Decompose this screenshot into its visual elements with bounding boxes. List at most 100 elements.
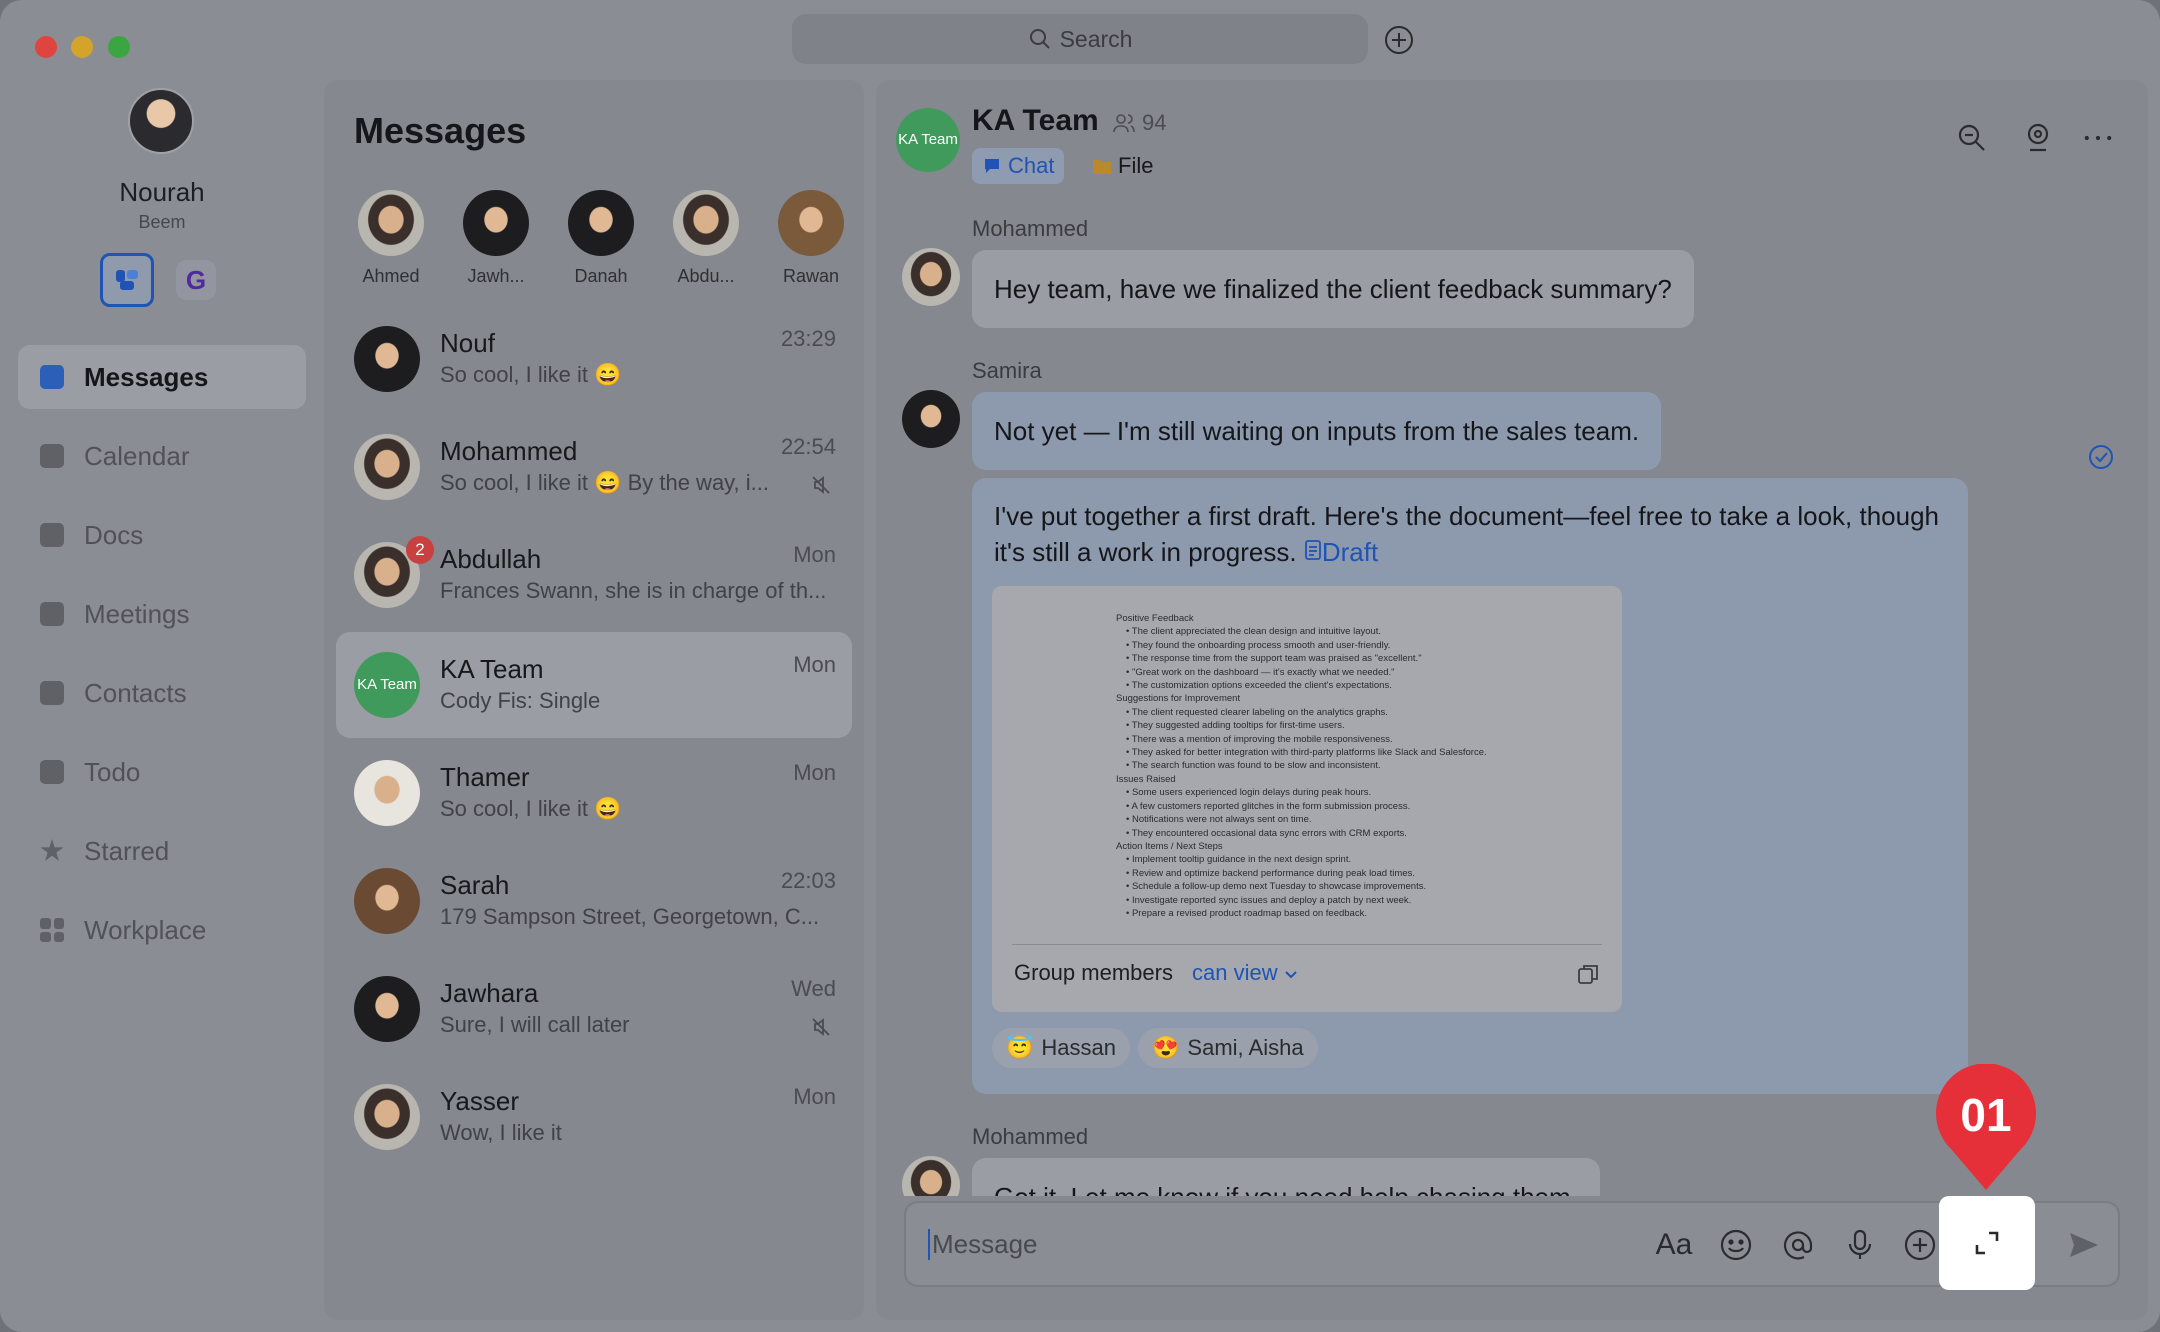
document-preview-card[interactable]: Positive Feedback • The client appreciate… xyxy=(992,586,1622,1012)
microphone-icon[interactable] xyxy=(1842,1227,1878,1263)
document-bullet: • The customization options exceeded the… xyxy=(1126,680,1392,692)
profile-avatar[interactable] xyxy=(128,88,194,154)
message-text: Got it. Let me know if you need help cha… xyxy=(994,1182,1578,1197)
add-circle-icon[interactable] xyxy=(1383,24,1415,56)
search-icon xyxy=(1029,29,1050,49)
beem-logo-icon xyxy=(116,270,138,290)
sidebar-item-starred[interactable]: Starred xyxy=(18,819,306,883)
org-switch-beem[interactable] xyxy=(100,253,154,307)
message-clip: Got it. Let me know if you need help cha… xyxy=(972,1158,1622,1196)
conversation-item[interactable]: Yasser Wow, I like it Mon xyxy=(336,1064,852,1170)
maximize-window-button[interactable] xyxy=(108,36,130,58)
message-composer[interactable]: Message Aa xyxy=(904,1201,2120,1287)
conversation-item[interactable]: Jawhara Sure, I will call later Wed xyxy=(336,956,852,1062)
conversation-preview: So cool, I like it 😄 xyxy=(440,796,622,821)
pinned-contact[interactable]: Abdu... xyxy=(661,190,751,287)
sidebar-item-calendar[interactable]: Calendar xyxy=(18,424,306,488)
reaction-chip[interactable]: 😇 Hassan xyxy=(992,1028,1130,1068)
sidebar-item-workplace[interactable]: Workplace xyxy=(18,898,306,962)
draft-link[interactable]: Draft xyxy=(1322,537,1378,567)
message-bubble[interactable]: Got it. Let me know if you need help cha… xyxy=(972,1158,1600,1196)
document-bullet: • They suggested adding tooltips for fir… xyxy=(1126,720,1345,732)
message-text: I've put together a first draft. Here's … xyxy=(994,498,1944,570)
pinned-contact[interactable]: Danah xyxy=(556,190,646,287)
app-window: Search Nourah Beem G Messages Calendar D… xyxy=(0,0,2160,1332)
conversation-time: Mon xyxy=(793,760,836,785)
avatar[interactable] xyxy=(902,390,960,448)
conversation-preview: Sure, I will call later xyxy=(440,1012,630,1037)
avatar xyxy=(568,190,634,256)
avatar xyxy=(354,434,420,500)
pinned-contact[interactable]: Rawan xyxy=(766,190,856,287)
sidebar-item-messages[interactable]: Messages xyxy=(18,345,306,409)
conversation-item[interactable]: 2 Abdullah Frances Swann, she is in char… xyxy=(336,522,852,628)
tab-chat[interactable]: Chat xyxy=(972,148,1065,184)
conversation-time: 22:03 xyxy=(780,868,836,893)
global-search[interactable]: Search xyxy=(792,14,1368,64)
close-window-button[interactable] xyxy=(35,36,57,58)
chat-icon xyxy=(40,365,64,389)
conversation-preview: So cool, I like it 😄 xyxy=(440,362,622,387)
conversation-item[interactable]: Nouf So cool, I like it 😄 23:29 xyxy=(336,306,852,412)
sidebar-item-label: Messages xyxy=(84,361,209,392)
chat-title[interactable]: KA Team xyxy=(972,104,1099,138)
conversation-item[interactable]: Thamer So cool, I like it 😄 Mon xyxy=(336,740,852,846)
permission-dropdown[interactable]: can view xyxy=(1192,960,1298,986)
avatar xyxy=(354,976,420,1042)
conversation-item[interactable]: Mohammed So cool, I like it 😄 By the way… xyxy=(336,414,852,520)
search-messages-icon[interactable] xyxy=(1956,122,1988,154)
more-options-icon[interactable] xyxy=(2082,122,2114,154)
conversation-item-active[interactable]: KA Team KA Team Cody Fis: Single Mon xyxy=(336,632,852,738)
conversation-time: Wed xyxy=(791,976,836,1001)
conversation-item[interactable]: Sarah 179 Sampson Street, Georgetown, C.… xyxy=(336,848,852,954)
sidebar-nav: Messages Calendar Docs Meetings Contacts… xyxy=(18,345,306,977)
add-attachment-icon[interactable] xyxy=(1902,1227,1938,1263)
conversation-preview: Cody Fis: Single xyxy=(440,688,601,713)
document-message[interactable]: I've put together a first draft. Here's … xyxy=(972,478,1968,1094)
mention-icon[interactable] xyxy=(1780,1227,1816,1263)
pinned-contact[interactable]: Ahmed xyxy=(346,190,436,287)
message-bubble[interactable]: Hey team, have we finalized the client f… xyxy=(972,250,1694,328)
pinned-contact-name: Danah xyxy=(574,266,628,286)
conversation-name: Thamer xyxy=(440,762,530,792)
conversation-preview: So cool, I like it 😄 By the way, i... xyxy=(440,470,769,495)
folder-icon xyxy=(1093,160,1111,174)
contacts-icon xyxy=(40,681,64,705)
org-switch-g[interactable]: G xyxy=(176,260,216,300)
sidebar-item-label: Docs xyxy=(84,519,144,550)
minimize-window-button[interactable] xyxy=(71,36,93,58)
format-text-icon[interactable]: Aa xyxy=(1656,1227,1693,1263)
message-input[interactable]: Message xyxy=(928,1229,1038,1260)
reaction-chip[interactable]: 😍 Sami, Aisha xyxy=(1138,1028,1318,1068)
conversation-list-panel: Messages Ahmed Jawh... Danah Abdu... Raw… xyxy=(324,80,864,1320)
tab-file[interactable]: File xyxy=(1082,148,1163,184)
expand-composer-button[interactable] xyxy=(1939,1196,2035,1290)
document-heading: Suggestions for Improvement xyxy=(1116,693,1241,705)
location-pin-icon[interactable] xyxy=(2022,122,2054,154)
sidebar-item-docs[interactable]: Docs xyxy=(18,503,306,567)
emoji-icon[interactable] xyxy=(1718,1227,1754,1263)
pinned-contact[interactable]: Jawh... xyxy=(451,190,541,287)
message-text: Hey team, have we finalized the client f… xyxy=(994,273,1672,304)
avatar[interactable] xyxy=(902,248,960,306)
document-preview: Positive Feedback • The client appreciate… xyxy=(1116,612,1516,920)
step-marker-label: 01 xyxy=(1960,1089,2012,1141)
sidebar-item-contacts[interactable]: Contacts xyxy=(18,661,306,725)
sidebar-item-meetings[interactable]: Meetings xyxy=(18,582,306,646)
calendar-icon xyxy=(40,444,64,468)
copy-icon[interactable] xyxy=(1576,962,1600,986)
member-count[interactable]: 94 xyxy=(1112,110,1166,136)
conversation-name: Jawhara xyxy=(440,978,539,1008)
conversation-preview: Wow, I like it xyxy=(440,1120,562,1145)
muted-icon xyxy=(812,476,830,494)
sidebar-item-todo[interactable]: Todo xyxy=(18,740,306,804)
message-bubble[interactable]: Not yet — I'm still waiting on inputs fr… xyxy=(972,392,1662,470)
document-heading: Action Items / Next Steps xyxy=(1116,840,1223,852)
sidebar-item-label: Calendar xyxy=(84,440,190,471)
document-heading: Positive Feedback xyxy=(1116,613,1194,624)
profile-org: Beem xyxy=(138,212,186,232)
send-icon[interactable] xyxy=(2066,1227,2102,1263)
document-bullet: • They encountered occasional data sync … xyxy=(1126,827,1407,839)
star-icon xyxy=(40,839,64,861)
sidebar-item-label: Meetings xyxy=(84,598,190,629)
